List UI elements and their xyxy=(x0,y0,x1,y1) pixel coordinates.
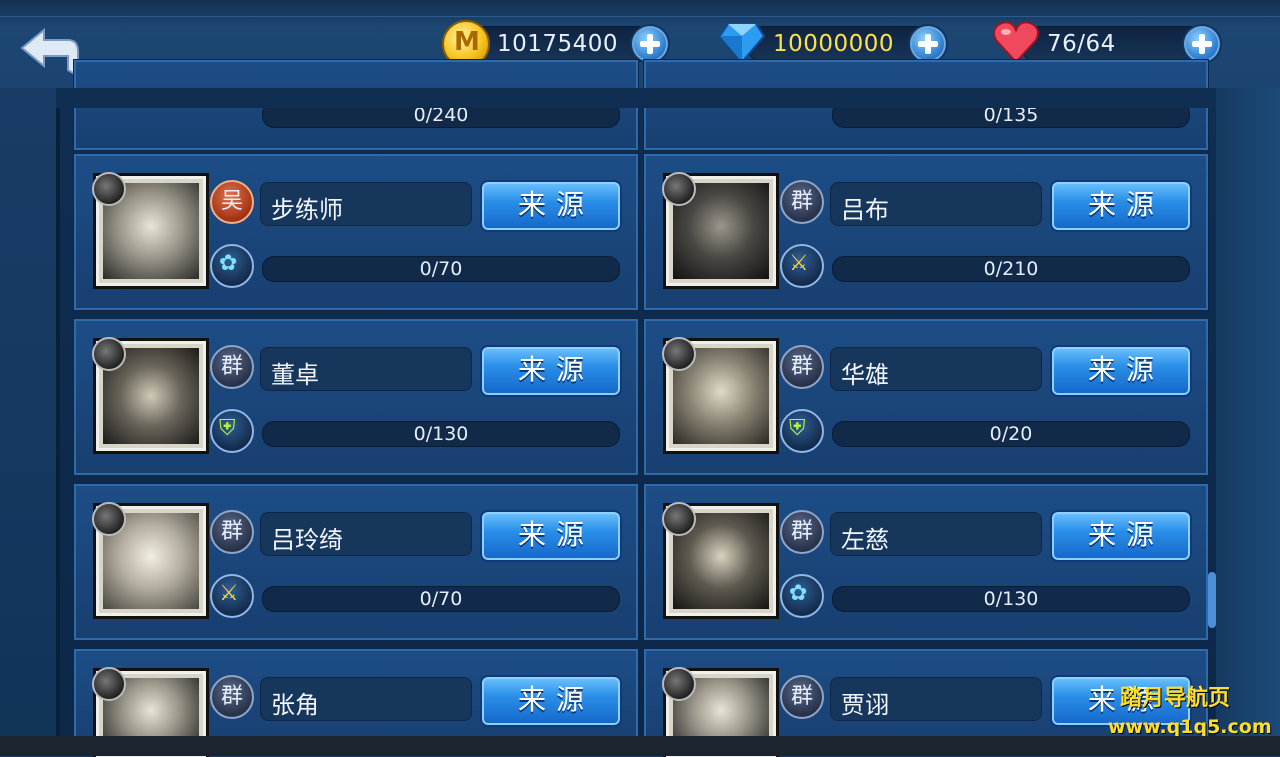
general-name: 董卓 xyxy=(271,361,319,389)
faction-badge: 群 xyxy=(780,180,824,224)
add-stamina-button[interactable] xyxy=(1182,24,1222,64)
general-card: 吴 步练师 来源 ✿ 0/70 xyxy=(74,154,638,310)
faction-badge: 群 xyxy=(210,510,254,554)
source-button-label: 来源 xyxy=(517,353,594,386)
general-name-box: 华雄 xyxy=(830,347,1042,391)
progress-text: 0/20 xyxy=(989,423,1033,445)
general-name-box: 贾诩 xyxy=(830,677,1042,721)
source-button-label: 来源 xyxy=(517,518,594,551)
faction-badge: 群 xyxy=(210,675,254,719)
panel-right-edge xyxy=(1216,88,1280,756)
add-gold-button[interactable] xyxy=(630,24,670,64)
general-card: 群 华雄 来源 ⛨ 0/20 xyxy=(644,319,1208,475)
source-button[interactable]: 来源 xyxy=(480,675,622,727)
list-scrollbar[interactable] xyxy=(1208,572,1216,628)
watermark-title: 踏月导航页 xyxy=(1120,686,1231,711)
spirit-icon: ✿ xyxy=(210,244,254,288)
gem-slot-icon xyxy=(662,337,696,371)
progress-text: 0/70 xyxy=(419,258,463,280)
gem-slot-icon xyxy=(92,667,126,701)
general-card: 群 吕玲绮 来源 ⚔ 0/70 xyxy=(74,484,638,640)
general-name: 贾诩 xyxy=(841,691,889,719)
general-name: 左慈 xyxy=(841,526,889,554)
shield-icon: ⛨ xyxy=(780,409,824,453)
general-name-box: 吕玲绮 xyxy=(260,512,472,556)
source-button[interactable]: 来源 xyxy=(1050,345,1192,397)
gem-slot-icon xyxy=(92,337,126,371)
general-name: 步练师 xyxy=(271,196,343,224)
general-card: 群 董卓 来源 ⛨ 0/130 xyxy=(74,319,638,475)
fragment-progress-bar: 0/20 xyxy=(832,421,1190,447)
general-name-box: 董卓 xyxy=(260,347,472,391)
back-arrow-icon[interactable] xyxy=(18,26,80,82)
gem-slot-icon xyxy=(92,172,126,206)
general-name: 华雄 xyxy=(841,361,889,389)
fragment-progress-bar: 0/130 xyxy=(832,586,1190,612)
gem-slot-icon xyxy=(662,667,696,701)
add-diamond-button[interactable] xyxy=(908,24,948,64)
source-button[interactable]: 来源 xyxy=(480,345,622,397)
progress-text: 0/130 xyxy=(983,588,1039,610)
fragment-progress-bar: 0/130 xyxy=(262,421,620,447)
spirit-icon: ✿ xyxy=(780,574,824,618)
source-button[interactable]: 来源 xyxy=(1050,510,1192,562)
source-button[interactable]: 来源 xyxy=(480,510,622,562)
diamond-value: 10000000 xyxy=(773,31,895,57)
source-button-label: 来源 xyxy=(1087,353,1164,386)
shield-icon: ⛨ xyxy=(210,409,254,453)
faction-badge: 群 xyxy=(780,510,824,554)
fragment-progress-bar: 0/70 xyxy=(262,256,620,282)
source-button-label: 来源 xyxy=(1087,188,1164,221)
source-button[interactable]: 来源 xyxy=(480,180,622,232)
panel-top-mask xyxy=(56,88,1216,108)
source-button-label: 来源 xyxy=(517,683,594,716)
watermark-url: www.q1q5.com xyxy=(1108,716,1272,738)
sword-icon: ⚔ xyxy=(210,574,254,618)
diamond-icon xyxy=(718,23,766,64)
gem-slot-icon xyxy=(662,172,696,206)
fragment-progress-bar: 0/210 xyxy=(832,256,1190,282)
general-name-box: 张角 xyxy=(260,677,472,721)
general-name-box: 步练师 xyxy=(260,182,472,226)
bottom-edge xyxy=(0,736,1280,756)
general-name: 吕布 xyxy=(841,196,889,224)
general-card: 群 吕布 来源 ⚔ 0/210 xyxy=(644,154,1208,310)
gem-slot-icon xyxy=(662,502,696,536)
faction-badge: 群 xyxy=(210,345,254,389)
source-button-label: 来源 xyxy=(1087,518,1164,551)
source-button-label: 来源 xyxy=(517,188,594,221)
faction-badge: 群 xyxy=(780,345,824,389)
progress-text: 0/210 xyxy=(983,258,1039,280)
faction-badge: 吴 xyxy=(210,180,254,224)
general-card: 群 左慈 来源 ✿ 0/130 xyxy=(644,484,1208,640)
fragment-progress-bar: 0/70 xyxy=(262,586,620,612)
gold-value: 10175400 xyxy=(497,31,619,57)
stamina-value: 76/64 xyxy=(1047,31,1116,57)
progress-text: 0/70 xyxy=(419,588,463,610)
faction-badge: 群 xyxy=(780,675,824,719)
source-button[interactable]: 来源 xyxy=(1050,180,1192,232)
general-name-box: 左慈 xyxy=(830,512,1042,556)
progress-text: 0/130 xyxy=(413,423,469,445)
general-name: 张角 xyxy=(271,691,319,719)
gem-slot-icon xyxy=(92,502,126,536)
general-name: 吕玲绮 xyxy=(271,526,343,554)
general-name-box: 吕布 xyxy=(830,182,1042,226)
sword-icon: ⚔ xyxy=(780,244,824,288)
heart-icon xyxy=(993,21,1039,64)
